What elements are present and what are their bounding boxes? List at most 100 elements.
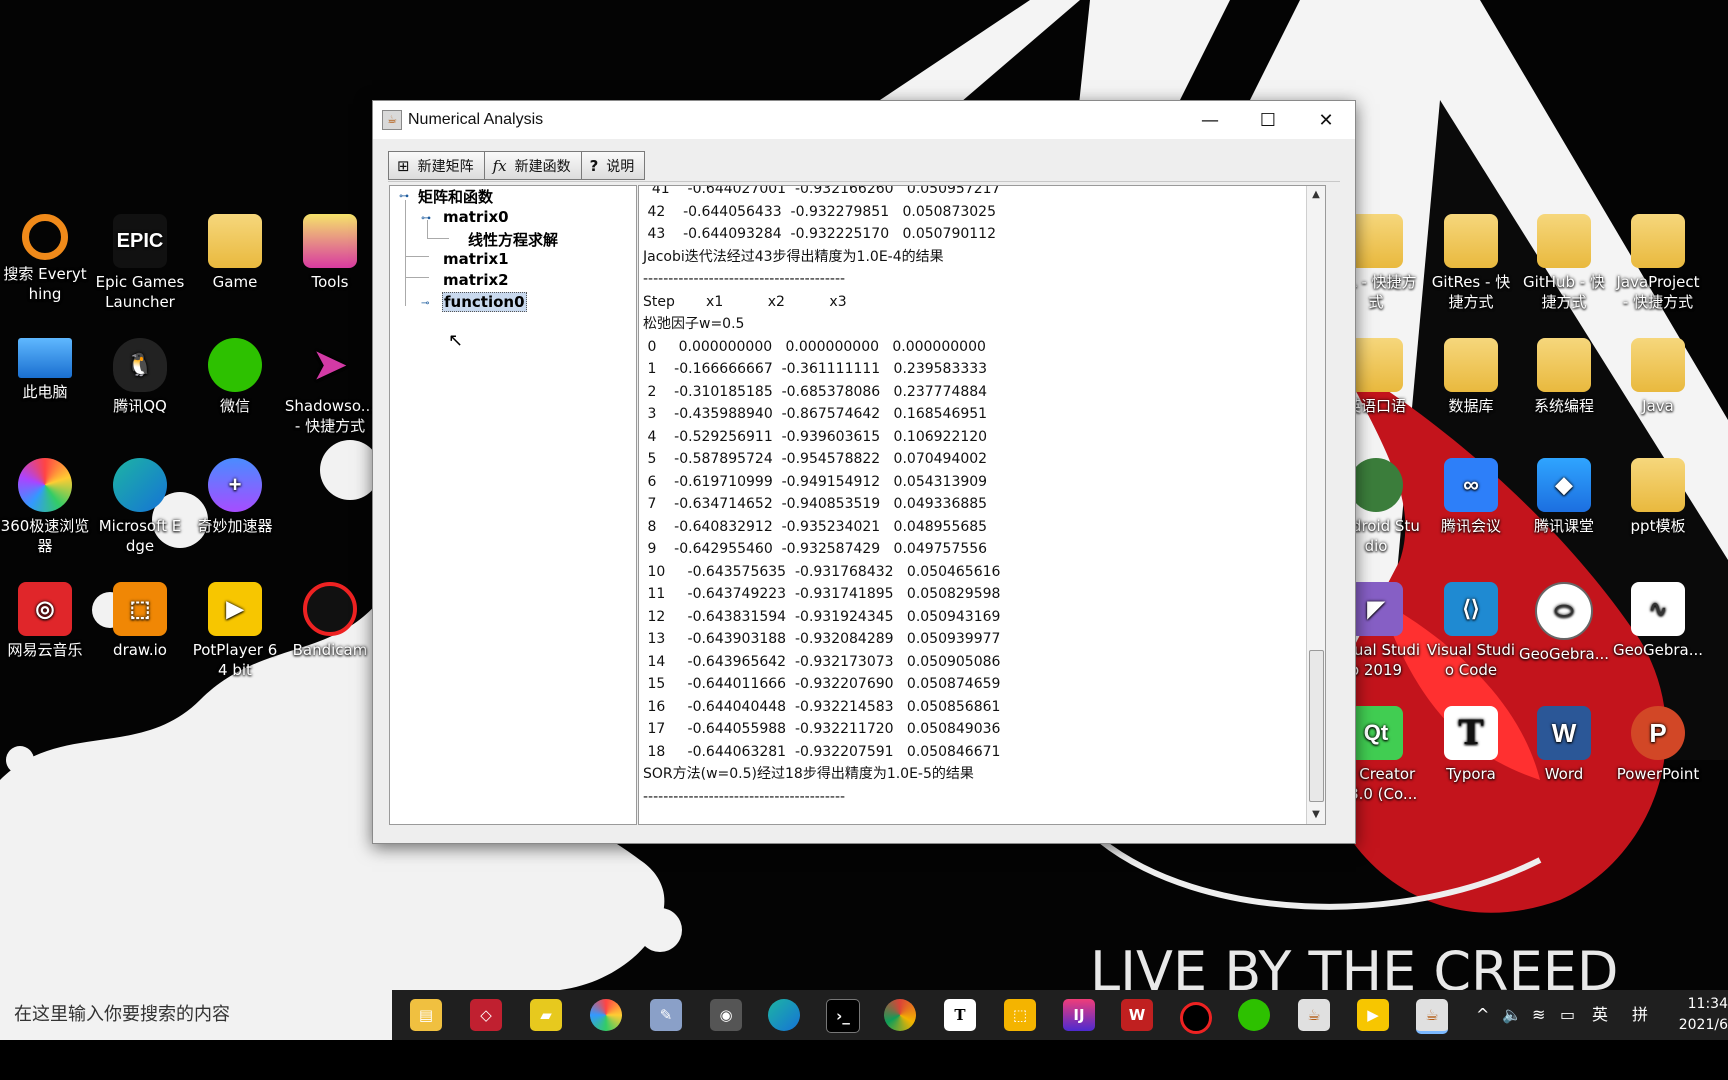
tree-node-matrix0[interactable]: matrix0 <box>443 208 509 226</box>
camera-icon[interactable]: ◉ <box>710 999 742 1031</box>
desktop-icon-gitres[interactable]: GitRes - 快捷方式 <box>1425 214 1517 312</box>
desktop-icon-label: GitRes - 快捷方式 <box>1431 273 1511 311</box>
visual-studio-icon: ◤ <box>1349 582 1403 636</box>
java-active-taskbar-icon[interactable]: ☕ <box>1416 999 1448 1034</box>
desktop-icon-vscode[interactable]: ⟨⟩ Visual Studio Code <box>1425 582 1517 680</box>
minimize-button[interactable]: — <box>1181 101 1239 139</box>
typora-taskbar-icon[interactable]: T <box>944 999 976 1031</box>
ime-mode-indicator[interactable]: 拼 <box>1632 990 1648 1040</box>
desktop-icon-qq[interactable]: 🐧 腾讯QQ <box>94 338 186 416</box>
desktop-icon-typora[interactable]: T Typora <box>1425 706 1517 784</box>
new-matrix-label: 新建矩阵 <box>417 158 474 175</box>
desktop-icon-label: 系统编程 <box>1533 397 1594 415</box>
desktop-icon-everything[interactable]: 搜索 Everything <box>0 214 91 304</box>
folder-icon <box>1444 214 1498 268</box>
desktop-icon-game[interactable]: Game <box>189 214 281 292</box>
battery-icon[interactable]: ▭ <box>1560 990 1575 1040</box>
desktop-icon-label: Typora <box>1446 765 1496 783</box>
wps-icon[interactable]: W <box>1121 999 1153 1031</box>
expand-handle-icon[interactable]: ⊶ <box>421 214 431 224</box>
graduation-cap-icon: ◆ <box>1537 458 1591 512</box>
desktop-icon-qimiao[interactable]: + 奇妙加速器 <box>189 458 281 536</box>
output-line: Step x1 x2 x3 <box>643 293 847 310</box>
desktop-icon-tencent-meeting[interactable]: ∞ 腾讯会议 <box>1425 458 1517 536</box>
desktop-icon-shadowsocks[interactable]: ➤ Shadowso... - 快捷方式 <box>284 338 376 436</box>
tree-line <box>405 277 429 278</box>
help-button[interactable]: ? 说明 <box>580 151 646 180</box>
terminal-icon[interactable]: ›_ <box>826 999 860 1033</box>
desktop-icon-github[interactable]: GitHub - 快捷方式 <box>1518 214 1610 312</box>
system-clock[interactable]: 11:34 2021/6 <box>1670 994 1728 1036</box>
desktop-icon-edge[interactable]: Microsoft Edge <box>94 458 186 556</box>
desktop-icon-netease-music[interactable]: ◎ 网易云音乐 <box>0 582 91 660</box>
desktop-icon-geogebra-2[interactable]: ∿ GeoGebra... <box>1612 582 1704 660</box>
expand-handle-icon[interactable]: ⊶ <box>399 192 409 202</box>
volume-icon[interactable]: 🔈 <box>1502 990 1522 1040</box>
desktop-icon-wechat[interactable]: 微信 <box>189 338 281 416</box>
output-line: Jacobi迭代法经过43步得出精度为1.0E-4的结果 <box>643 248 944 265</box>
desktop-icon-database[interactable]: 数据库 <box>1425 338 1517 416</box>
sticky-notes-icon[interactable]: ▰ <box>530 999 562 1031</box>
desktop-icon-drawio[interactable]: ⬚ draw.io <box>94 582 186 660</box>
360-browser-taskbar-icon[interactable] <box>590 999 622 1031</box>
output-line: 12 -0.643831594 -0.931924345 0.050943169 <box>643 608 1001 625</box>
desktop-icon-word[interactable]: W Word <box>1518 706 1610 784</box>
folder-icon <box>208 214 262 268</box>
close-button[interactable]: ✕ <box>1297 101 1355 139</box>
scroll-thumb[interactable] <box>1309 650 1324 802</box>
tree-node-function0[interactable]: function0 <box>442 292 527 312</box>
collapse-handle-icon[interactable]: ⊸ <box>421 299 431 309</box>
drawio-taskbar-icon[interactable]: ⬚ <box>1004 999 1036 1031</box>
desktop-icon-ppt-template[interactable]: ppt模板 <box>1612 458 1704 536</box>
paint-icon[interactable]: ✎ <box>650 999 682 1031</box>
desktop-icon-label: Shadowso... - 快捷方式 <box>284 397 376 435</box>
file-explorer-icon[interactable]: ▤ <box>410 999 442 1031</box>
desktop-icon-label: draw.io <box>113 641 167 659</box>
output-line: 13 -0.643903188 -0.932084289 0.050939977 <box>643 631 1001 647</box>
clock-date: 2021/6 <box>1678 1017 1728 1033</box>
desktop-icon-potplayer[interactable]: ▶ PotPlayer 64 bit <box>189 582 281 680</box>
output-line: 5 -0.587895724 -0.954578822 0.070494002 <box>643 451 988 467</box>
record-icon[interactable] <box>1180 1002 1212 1034</box>
input-language-indicator[interactable]: 英 <box>1592 990 1608 1040</box>
tree-line <box>405 200 406 306</box>
desktop-icon-360-browser[interactable]: 360极速浏览器 <box>0 458 91 556</box>
desktop-icon-tools[interactable]: Tools <box>284 214 376 292</box>
tray-expand-icon[interactable]: ^ <box>1476 990 1489 1040</box>
output-text-area[interactable]: 41 -0.644027001 -0.932166260 0.050957217… <box>638 185 1326 825</box>
java-taskbar-icon[interactable]: ☕ <box>1298 999 1330 1031</box>
desktop-icon-label: JavaProject - 快捷方式 <box>1616 273 1700 311</box>
desktop-icon-tencent-class[interactable]: ◆ 腾讯课堂 <box>1518 458 1610 536</box>
desktop-icon-label: GeoGebra... <box>1518 645 1610 663</box>
desktop-icon-syscoding[interactable]: 系统编程 <box>1518 338 1610 416</box>
maximize-button[interactable]: ☐ <box>1239 101 1297 139</box>
desktop-icon-javaproject[interactable]: JavaProject - 快捷方式 <box>1612 214 1704 312</box>
edge-taskbar-icon[interactable] <box>768 999 800 1031</box>
jetbrains-icon[interactable]: IJ <box>1063 999 1095 1031</box>
desktop-icon-bandicam[interactable]: Bandicam <box>284 582 376 660</box>
tree-node-matrix2[interactable]: matrix2 <box>443 271 509 289</box>
vertical-scrollbar[interactable]: ▲ ▼ <box>1306 186 1325 824</box>
desktop-icon-java[interactable]: Java <box>1612 338 1704 416</box>
tree-node-matrix1[interactable]: matrix1 <box>443 250 509 268</box>
new-matrix-button[interactable]: ⊞ 新建矩阵 <box>388 151 485 180</box>
desktop-icon-this-pc[interactable]: 此电脑 <box>0 338 91 402</box>
desktop-icon-geogebra-1[interactable]: ⬭ GeoGebra... <box>1518 582 1610 664</box>
wechat-taskbar-icon[interactable] <box>1238 999 1270 1031</box>
desktop-icon-epic-games[interactable]: EPIC Epic Games Launcher <box>94 214 186 312</box>
potplayer-taskbar-icon[interactable]: ▶ <box>1357 999 1389 1031</box>
taskbar-search-box[interactable]: 在这里输入你要搜索的内容 <box>0 990 392 1040</box>
desktop-icon-powerpoint[interactable]: P PowerPoint <box>1612 706 1704 784</box>
tree-node-linear-solve[interactable]: 线性方程求解 <box>468 229 558 250</box>
output-line: 7 -0.634714652 -0.940853519 0.049336885 <box>643 496 988 512</box>
scroll-up-icon[interactable]: ▲ <box>1307 186 1325 204</box>
chrome-icon[interactable] <box>884 999 916 1031</box>
wifi-icon[interactable]: ≋ <box>1532 990 1545 1040</box>
tree-root[interactable]: 矩阵和函数 <box>418 186 493 207</box>
title-bar[interactable]: ☕ Numerical Analysis — ☐ ✕ <box>373 101 1355 139</box>
desktop-icon-label: Tools <box>311 273 349 291</box>
new-function-button[interactable]: fx 新建函数 <box>483 151 582 180</box>
scroll-down-icon[interactable]: ▼ <box>1307 806 1325 824</box>
desktop-icon-label: Epic Games Launcher <box>95 273 185 311</box>
intellij-icon[interactable]: ◇ <box>470 999 502 1031</box>
